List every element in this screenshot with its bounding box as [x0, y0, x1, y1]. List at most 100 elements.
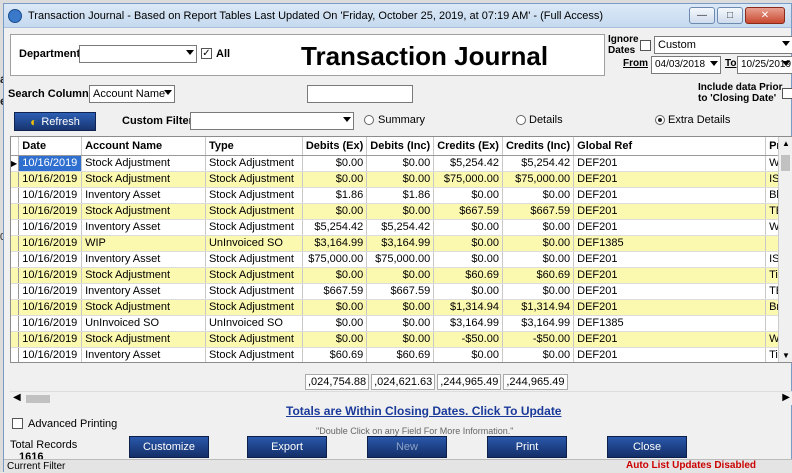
summary-radio[interactable]	[364, 115, 374, 125]
minimize-button[interactable]: —	[689, 7, 715, 24]
cell-debits-inc[interactable]: $667.59	[366, 283, 435, 300]
cell-debits-ex[interactable]: $0.00	[302, 171, 368, 188]
cell-type[interactable]: Stock Adjustment	[205, 155, 303, 172]
cell-account[interactable]: Stock Adjustment	[81, 203, 206, 220]
table-row[interactable]: 10/16/2019 Inventory Asset Stock Adjustmen…	[11, 219, 792, 236]
cell-account[interactable]: Inventory Asset	[81, 187, 206, 204]
cell-ref[interactable]: DEF1385	[573, 235, 767, 252]
row-indicator[interactable]	[11, 219, 20, 236]
table-row[interactable]: 10/16/2019 Stock Adjustment Stock Adjustme…	[11, 203, 792, 220]
closing-dates-link[interactable]: Totals are Within Closing Dates. Click T…	[286, 404, 561, 418]
row-indicator[interactable]	[11, 299, 20, 316]
cell-date[interactable]: 10/16/2019	[18, 235, 83, 252]
cell-ref[interactable]: DEF201	[573, 283, 767, 300]
row-indicator[interactable]	[11, 187, 20, 204]
cell-date[interactable]: 10/16/2019	[18, 331, 83, 348]
table-row[interactable]: 10/16/2019 Inventory Asset Stock Adjustmen…	[11, 347, 792, 362]
scroll-left-icon[interactable]: ◀	[13, 392, 21, 403]
cell-account[interactable]: Stock Adjustment	[81, 155, 206, 172]
row-indicator[interactable]	[11, 315, 20, 332]
cell-account[interactable]: UnInvoiced SO	[81, 315, 206, 332]
column-header-credits-inc[interactable]: Credits (Inc)	[502, 137, 575, 156]
cell-type[interactable]: Stock Adjustment	[205, 347, 303, 362]
search-input[interactable]	[307, 85, 413, 103]
cell-debits-ex[interactable]: $0.00	[302, 203, 368, 220]
cell-credits-inc[interactable]: $0.00	[502, 251, 575, 268]
cell-debits-ex[interactable]: $5,254.42	[302, 219, 368, 236]
export-button[interactable]: Export	[247, 436, 327, 458]
cell-ref[interactable]: DEF201	[573, 203, 767, 220]
cell-type[interactable]: UnInvoiced SO	[205, 315, 303, 332]
cell-type[interactable]: Stock Adjustment	[205, 219, 303, 236]
row-indicator[interactable]	[11, 235, 20, 252]
cell-date[interactable]: 10/16/2019	[18, 219, 83, 236]
table-row[interactable]: 10/16/2019 UnInvoiced SO UnInvoiced SO $0.0…	[11, 315, 792, 332]
cell-debits-inc[interactable]: $0.00	[366, 331, 435, 348]
cell-account[interactable]: Stock Adjustment	[81, 267, 206, 284]
details-radio[interactable]	[516, 115, 526, 125]
table-row[interactable]: 10/16/2019 Stock Adjustment Stock Adjustme…	[11, 267, 792, 284]
vertical-scroll-thumb[interactable]	[781, 155, 790, 171]
table-row[interactable]: 10/16/2019 Stock Adjustment Stock Adjustme…	[11, 171, 792, 188]
row-indicator[interactable]	[11, 171, 20, 188]
cell-date[interactable]: 10/16/2019	[18, 203, 83, 220]
column-header-date[interactable]: Date	[18, 137, 83, 156]
cell-account[interactable]: Stock Adjustment	[81, 171, 206, 188]
cell-debits-ex[interactable]: $60.69	[302, 347, 368, 362]
cell-ref[interactable]: DEF201	[573, 347, 767, 362]
horizontal-scroll-thumb[interactable]	[26, 395, 50, 403]
table-row[interactable]: ▶ 10/16/2019 Stock Adjustment Stock Adjustm…	[11, 155, 792, 172]
cell-type[interactable]: Stock Adjustment	[205, 283, 303, 300]
cell-debits-ex[interactable]: $0.00	[302, 267, 368, 284]
close-window-button[interactable]: ✕	[745, 7, 785, 24]
cell-credits-inc[interactable]: $0.00	[502, 219, 575, 236]
extra-details-radio[interactable]	[655, 115, 665, 125]
table-row[interactable]: 10/16/2019 Inventory Asset Stock Adjustmen…	[11, 187, 792, 204]
cell-type[interactable]: Stock Adjustment	[205, 171, 303, 188]
cell-credits-inc[interactable]: $667.59	[502, 203, 575, 220]
department-select[interactable]	[79, 45, 197, 63]
table-row[interactable]: 10/16/2019 WIP UnInvoiced SO $3,164.99 $3,16…	[11, 235, 792, 252]
cell-account[interactable]: WIP	[81, 235, 206, 252]
cell-type[interactable]: Stock Adjustment	[205, 187, 303, 204]
row-indicator[interactable]	[11, 267, 20, 284]
refresh-button[interactable]: ◐ Refresh	[14, 112, 96, 131]
cell-account[interactable]: Inventory Asset	[81, 347, 206, 362]
cell-date[interactable]: 10/16/2019	[18, 187, 83, 204]
cell-debits-inc[interactable]: $0.00	[366, 155, 435, 172]
table-row[interactable]: 10/16/2019 Inventory Asset Stock Adjustmen…	[11, 251, 792, 268]
customize-button[interactable]: Customize	[129, 436, 209, 458]
scroll-down-icon[interactable]: ▼	[782, 351, 790, 360]
cell-credits-ex[interactable]: $60.69	[433, 267, 503, 284]
cell-credits-ex[interactable]: $0.00	[433, 283, 503, 300]
cell-date[interactable]: 10/16/2019	[18, 251, 83, 268]
cell-credits-ex[interactable]: $3,164.99	[433, 315, 503, 332]
column-header-credits-ex[interactable]: Credits (Ex)	[433, 137, 503, 156]
cell-type[interactable]: Stock Adjustment	[205, 251, 303, 268]
ignore-dates-checkbox[interactable]	[640, 40, 651, 51]
column-header-global-ref[interactable]: Global Ref	[573, 137, 767, 156]
maximize-button[interactable]: □	[717, 7, 743, 24]
cell-account[interactable]: Inventory Asset	[81, 283, 206, 300]
cell-debits-ex[interactable]: $0.00	[302, 155, 368, 172]
from-date-picker[interactable]: 04/03/2018	[651, 56, 721, 74]
cell-ref[interactable]: DEF201	[573, 155, 767, 172]
cell-debits-inc[interactable]: $3,164.99	[366, 235, 435, 252]
include-prior-checkbox[interactable]	[782, 88, 792, 99]
cell-type[interactable]: Stock Adjustment	[205, 267, 303, 284]
scroll-up-icon[interactable]: ▲	[782, 139, 790, 148]
cell-debits-ex[interactable]: $75,000.00	[302, 251, 368, 268]
search-column-select[interactable]: Account Name	[89, 85, 175, 103]
cell-account[interactable]: Inventory Asset	[81, 219, 206, 236]
all-checkbox[interactable]: ✓	[201, 48, 212, 59]
cell-ref[interactable]: DEF201	[573, 171, 767, 188]
cell-debits-inc[interactable]: $5,254.42	[366, 219, 435, 236]
cell-credits-ex[interactable]: $0.00	[433, 187, 503, 204]
column-header-debits-inc[interactable]: Debits (Inc)	[366, 137, 435, 156]
cell-ref[interactable]: DEF201	[573, 299, 767, 316]
cell-type[interactable]: Stock Adjustment	[205, 331, 303, 348]
cell-debits-ex[interactable]: $1.86	[302, 187, 368, 204]
transactions-grid[interactable]: Date Account Name Type Debits (Ex) Debit…	[10, 136, 792, 363]
cell-credits-inc[interactable]: $0.00	[502, 347, 575, 362]
cell-debits-inc[interactable]: $0.00	[366, 171, 435, 188]
